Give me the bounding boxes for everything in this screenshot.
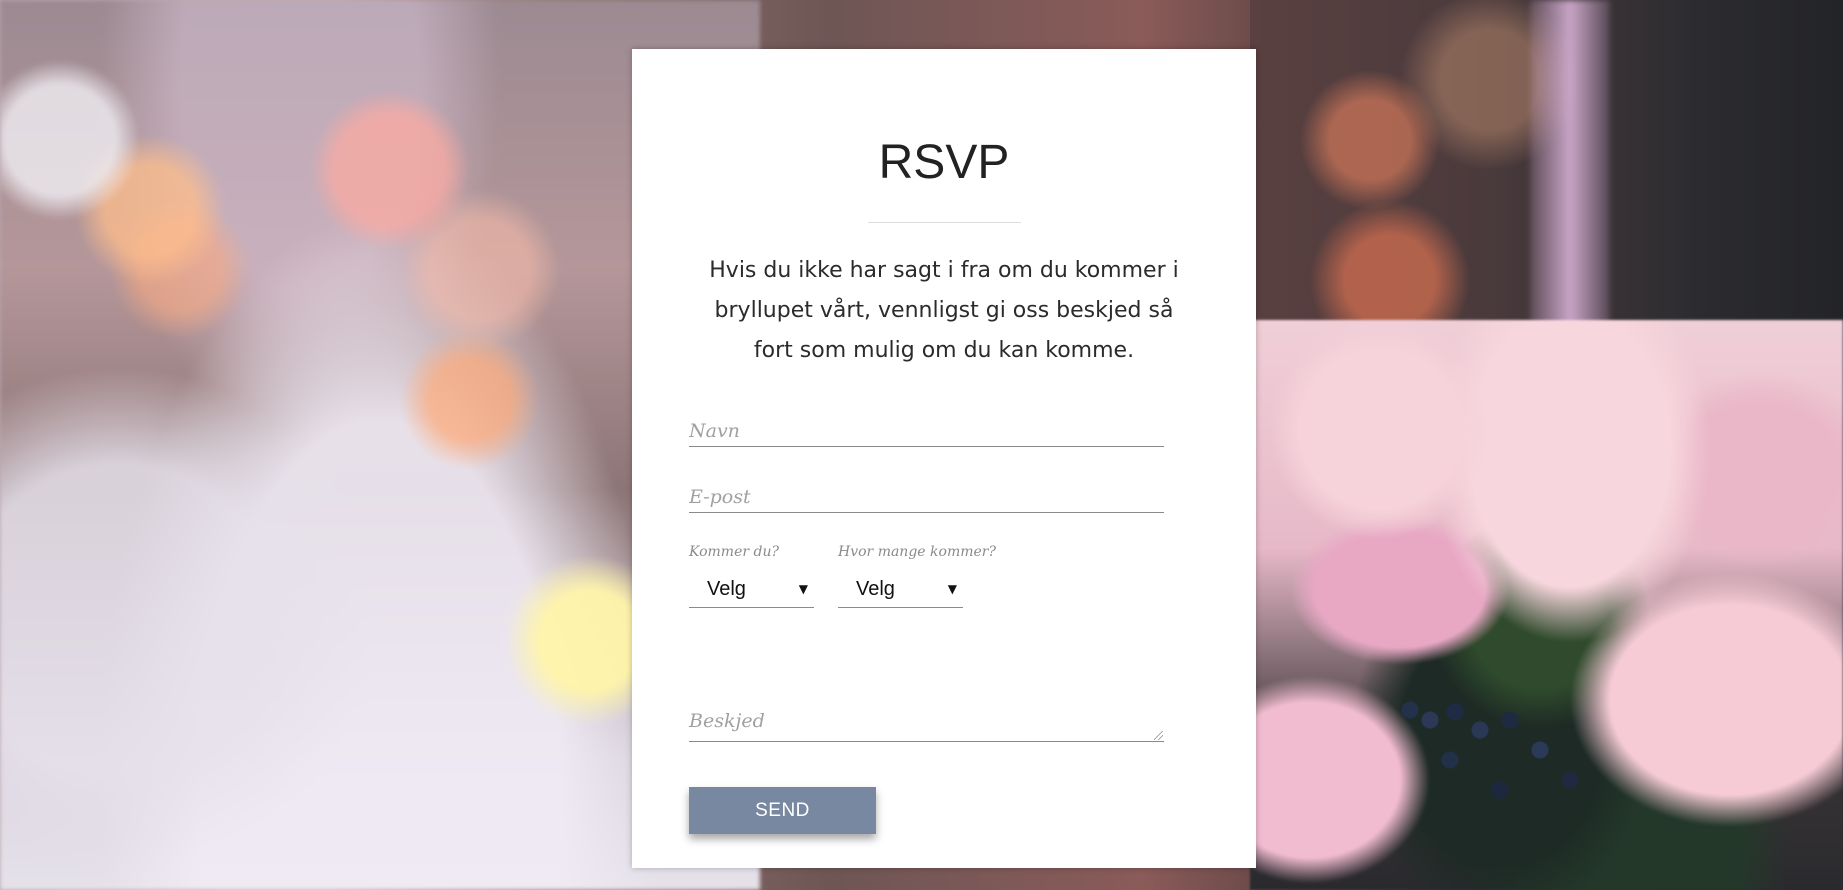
background-candle [1530, 0, 1610, 330]
howmany-select[interactable]: Velg ▼ [838, 572, 963, 608]
intro-text: Hvis du ikke har sagt i fra om du kommer… [709, 258, 1179, 363]
email-field[interactable] [689, 483, 1164, 513]
name-field[interactable] [689, 417, 1164, 447]
coming-select-value: Velg [707, 578, 746, 600]
rsvp-card: RSVP Hvis du ikke har sagt i fra om du k… [632, 49, 1256, 868]
chevron-down-icon: ▼ [798, 582, 808, 596]
message-field[interactable]: Beskjed [689, 706, 1164, 742]
send-button[interactable]: SEND [689, 787, 876, 834]
coming-label: Kommer du? [689, 544, 779, 560]
page-title: RSVP [878, 136, 1010, 189]
message-placeholder: Beskjed [689, 710, 765, 732]
howmany-label: Hvor mange kommer? [838, 544, 996, 560]
coming-select[interactable]: Velg ▼ [689, 572, 814, 608]
chevron-down-icon: ▼ [947, 582, 957, 596]
background-berries [1390, 690, 1610, 840]
resize-grip-icon[interactable] [1154, 731, 1163, 740]
title-divider [868, 222, 1021, 223]
howmany-select-value: Velg [856, 578, 895, 600]
